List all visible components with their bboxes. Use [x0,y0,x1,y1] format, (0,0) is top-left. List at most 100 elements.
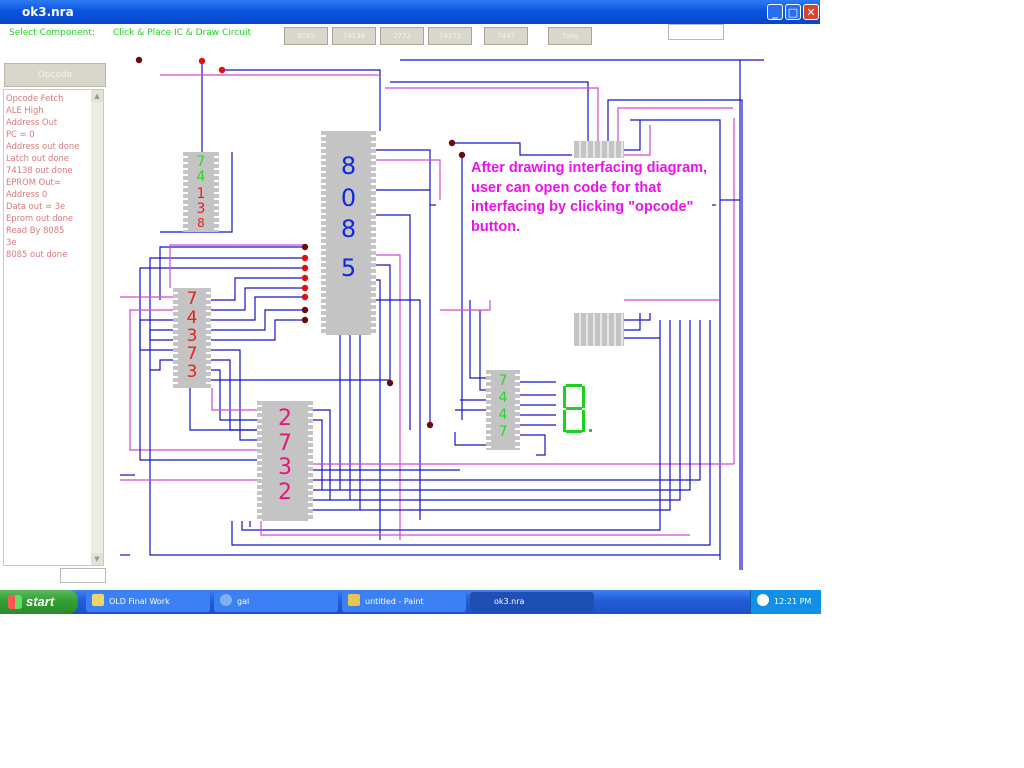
segment-c [582,410,585,432]
wire[interactable] [260,521,690,536]
system-tray: 12:21 PM [750,590,821,614]
annotation-note: After drawing interfacing diagram, user … [471,160,708,235]
junction-node[interactable] [448,139,456,147]
ic-label-digit: 3 [278,455,292,480]
wire[interactable] [452,142,572,156]
segment-b [582,386,585,408]
ic-2732[interactable]: 2 7 3 2 [257,401,313,521]
wire[interactable] [624,120,641,151]
windows-logo-icon [8,595,22,609]
ic-block-upper[interactable] [574,141,624,158]
ic-74138[interactable]: 7 4 1 3 8 [183,152,219,232]
junction-node[interactable] [301,316,309,324]
task-label: ok3.nra [494,597,525,606]
wire[interactable] [207,349,261,441]
ic-label-digit: 4 [196,169,206,185]
ic-label-digit: 7 [186,344,198,364]
task-old-final-work[interactable]: OLD Final Work [86,592,210,612]
application-window: ok3.nra _ □ ✕ Select Component: Click & … [0,0,821,614]
junction-node[interactable] [198,57,206,65]
ic-label-digit: 4 [498,390,508,406]
wire[interactable] [617,107,733,141]
segment-f [563,386,566,408]
ic-label-digit: 2 [278,480,292,505]
junction-node[interactable] [301,243,309,251]
wire[interactable] [624,313,641,331]
junction-node[interactable] [301,284,309,292]
segment-a [566,384,582,387]
wire[interactable] [149,329,720,556]
junction-node[interactable] [426,421,434,429]
junction-node[interactable] [386,379,394,387]
circuit-canvas[interactable] [0,0,820,590]
wire[interactable] [385,87,599,141]
segment-d [566,430,582,433]
wire[interactable] [372,214,411,430]
ic-pins [574,141,624,158]
ic-label-digit: 5 [340,254,357,282]
ic-label-digit: 7 [498,424,508,440]
wire[interactable] [169,244,305,288]
folder-icon [92,594,104,606]
wire[interactable] [624,313,651,321]
taskbar: start OLD Final Work gal untitled - Pain… [0,590,821,614]
task-ok3[interactable]: ok3.nra [470,592,594,612]
start-label: start [26,594,55,609]
segment-dp [589,429,592,432]
wire[interactable] [139,267,305,351]
wire[interactable] [189,388,261,431]
wire[interactable] [372,299,421,520]
ic-label-digit: 1 [196,186,206,202]
task-gal[interactable]: gal [214,592,338,612]
ic-label-digit: 3 [186,362,198,382]
segment-g [566,407,582,410]
start-button[interactable]: start [0,590,78,614]
ic-label-digit: 8 [340,215,357,243]
task-label: OLD Final Work [109,597,170,606]
wire[interactable] [207,369,261,421]
junction-node[interactable] [301,306,309,314]
segment-e [563,410,566,432]
wire[interactable] [516,434,546,456]
junction-node[interactable] [301,264,309,272]
ic-8085[interactable]: 8 0 8 5 [321,131,376,335]
ic-pins [574,313,624,346]
ic-label-digit: 7 [498,373,508,389]
junction-node[interactable] [301,274,309,282]
globe-icon [220,594,232,606]
ic-label-digit: 8 [340,152,357,180]
wire[interactable] [211,388,261,411]
wire[interactable] [454,432,490,446]
ic-label-digit: 4 [186,308,198,328]
junction-node[interactable] [301,254,309,262]
ic-74373[interactable]: 7 4 3 7 3 [173,288,211,388]
ic-block-lower[interactable] [574,313,624,346]
ic-7447[interactable]: 7 4 4 7 [486,370,520,450]
ic-label-digit: 8 [197,216,205,230]
ic-label-digit: 4 [498,407,508,423]
junction-node[interactable] [135,56,143,64]
task-label: gal [237,597,250,606]
wire[interactable] [222,69,381,131]
ic-label-digit: 7 [186,289,198,309]
ic-label-digit: 3 [196,201,206,217]
seven-segment-display[interactable] [560,384,594,436]
wire[interactable] [390,81,589,141]
wire[interactable] [372,254,401,540]
junction-node[interactable] [458,151,466,159]
wire[interactable] [207,287,305,311]
clock[interactable]: 12:21 PM [774,597,811,606]
ic-label-digit: 7 [278,431,292,456]
ic-label-digit: 3 [186,326,198,346]
wire[interactable] [440,300,491,311]
ic-label-digit: 7 [196,154,206,170]
wire[interactable] [372,149,431,425]
junction-node[interactable] [218,66,226,74]
ic-label-digit: 0 [340,184,357,212]
task-paint[interactable]: untitled - Paint [342,592,466,612]
ic-label-digit: 2 [278,406,292,431]
paint-icon [348,594,360,606]
network-icon[interactable] [757,594,769,606]
junction-node[interactable] [301,293,309,301]
task-label: untitled - Paint [365,597,424,606]
